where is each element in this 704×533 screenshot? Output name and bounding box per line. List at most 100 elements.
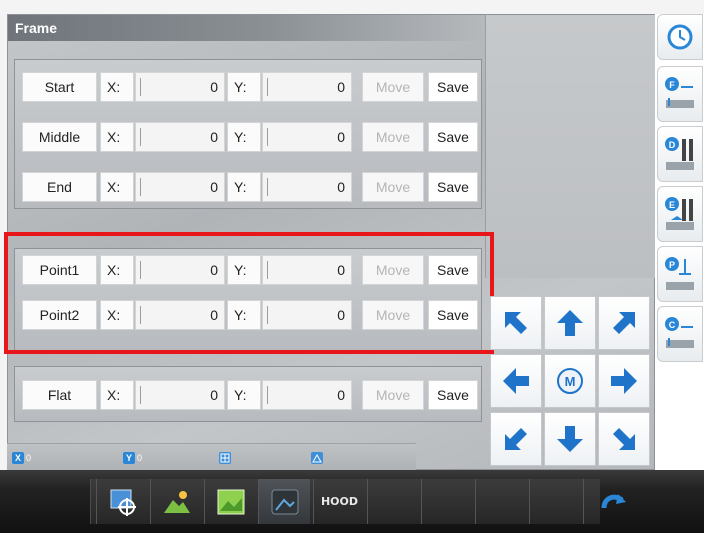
y-value-field[interactable]: 0	[262, 122, 352, 152]
jog-right-button[interactable]	[598, 354, 650, 408]
move-button[interactable]: Move	[362, 380, 424, 410]
selection-highlight	[4, 232, 494, 354]
empty-slot-1	[367, 479, 419, 524]
x-value-field[interactable]: 0	[135, 72, 225, 102]
grid-icon	[219, 452, 231, 464]
point-e-icon: E	[665, 197, 694, 230]
image-green-icon	[217, 489, 244, 514]
y-value-field[interactable]: 0	[262, 172, 352, 202]
arrow-down-left-icon	[505, 428, 527, 450]
x-label: X:	[100, 380, 134, 410]
x-value-field[interactable]: 0	[135, 172, 225, 202]
jog-up-button[interactable]	[544, 296, 596, 350]
point-d-icon: D	[665, 137, 694, 170]
x-value-field[interactable]: 0	[135, 122, 225, 152]
save-button[interactable]: Save	[428, 72, 478, 102]
crosshair-icon	[110, 489, 136, 516]
row-middle: Middle X: 0 Y: 0 Move Save	[15, 122, 481, 152]
x-badge: X	[12, 452, 24, 464]
jog-up-left-button[interactable]	[490, 296, 542, 350]
image-dark-icon	[271, 489, 298, 514]
save-button[interactable]: Save	[428, 172, 478, 202]
y-badge: Y	[123, 452, 135, 464]
save-button[interactable]: Save	[428, 122, 478, 152]
svg-text:F: F	[669, 80, 675, 90]
svg-text:C: C	[669, 320, 676, 330]
jog-pad: M	[490, 296, 651, 470]
jog-down-left-button[interactable]	[490, 412, 542, 466]
undo-button[interactable]	[583, 479, 643, 524]
svg-text:M: M	[565, 374, 576, 389]
arrow-down-right-icon	[613, 428, 635, 450]
y-status: Y 0	[123, 451, 142, 465]
side-toolbar: F D E P C	[655, 14, 704, 470]
point-p-button[interactable]: P	[657, 246, 703, 302]
row-flat: Flat X: 0 Y: 0 Move Save	[15, 380, 481, 410]
jog-home-button[interactable]: M	[544, 354, 596, 408]
frame-points-group: Start X: 0 Y: 0 Move Save Middle X: 0 Y:…	[14, 59, 482, 209]
point-f-button[interactable]: F	[657, 66, 703, 122]
move-button[interactable]: Move	[362, 72, 424, 102]
move-button[interactable]: Move	[362, 122, 424, 152]
preview-area	[485, 15, 656, 278]
image-sun-button[interactable]	[150, 479, 202, 524]
save-button[interactable]: Save	[428, 380, 478, 410]
jog-left-button[interactable]	[490, 354, 542, 408]
svg-text:P: P	[669, 260, 675, 270]
empty-slot-3	[475, 479, 527, 524]
jog-down-button[interactable]	[544, 412, 596, 466]
jog-up-right-button[interactable]	[598, 296, 650, 350]
status-strip: X 0 Y 0	[7, 443, 416, 470]
y-label: Y:	[227, 172, 261, 202]
y-label: Y:	[227, 122, 261, 152]
arrow-right-icon	[611, 368, 637, 394]
x-status-value: 0	[26, 453, 32, 463]
y-value-field[interactable]: 0	[262, 72, 352, 102]
arrow-down-icon	[557, 426, 583, 452]
move-button[interactable]: Move	[362, 172, 424, 202]
svg-text:D: D	[669, 140, 676, 150]
arrow-up-icon	[557, 310, 583, 336]
image-dark-button[interactable]	[258, 479, 310, 524]
clock-icon	[667, 24, 693, 50]
crosshair-button[interactable]	[96, 479, 148, 524]
empty-slot-4	[529, 479, 581, 524]
x-status: X 0	[12, 451, 31, 465]
point-e-button[interactable]: E	[657, 186, 703, 242]
x-value-field[interactable]: 0	[135, 380, 225, 410]
y-label: Y:	[227, 380, 261, 410]
image-green-button[interactable]	[204, 479, 256, 524]
empty-slot-2	[421, 479, 473, 524]
point-c-icon: C	[665, 317, 694, 348]
row-end: End X: 0 Y: 0 Move Save	[15, 172, 481, 202]
flat-group: Flat X: 0 Y: 0 Move Save	[14, 366, 482, 422]
svg-text:E: E	[669, 200, 675, 210]
row-label: Middle	[22, 122, 97, 152]
timer-button[interactable]	[657, 14, 703, 60]
arrow-left-icon	[503, 368, 529, 394]
arrow-up-left-icon	[505, 312, 527, 334]
x-label: X:	[100, 122, 134, 152]
undo-icon	[601, 493, 626, 508]
y-label: Y:	[227, 72, 261, 102]
grid-status	[219, 451, 231, 465]
y-value-field[interactable]: 0	[262, 380, 352, 410]
row-label: Flat	[22, 380, 97, 410]
x-label: X:	[100, 72, 134, 102]
point-c-button[interactable]: C	[657, 306, 703, 362]
angle-status	[311, 451, 323, 465]
x-label: X:	[100, 172, 134, 202]
point-f-icon: F	[665, 77, 694, 108]
row-label: End	[22, 172, 97, 202]
point-p-icon: P	[665, 257, 694, 290]
hood-button[interactable]: HOOD	[313, 479, 365, 524]
jog-down-right-button[interactable]	[598, 412, 650, 466]
home-m-icon: M	[557, 368, 583, 394]
point-d-button[interactable]: D	[657, 126, 703, 182]
screen: Frame Start X: 0 Y: 0 Move Save Middle X…	[0, 0, 704, 533]
arrow-up-right-icon	[613, 312, 635, 334]
y-status-value: 0	[137, 453, 143, 463]
row-start: Start X: 0 Y: 0 Move Save	[15, 72, 481, 102]
image-sun-icon	[163, 490, 190, 513]
row-label: Start	[22, 72, 97, 102]
